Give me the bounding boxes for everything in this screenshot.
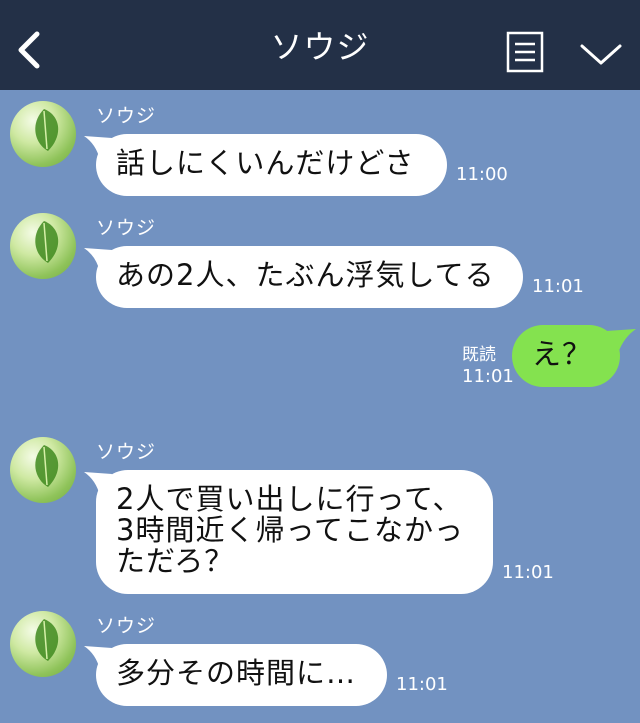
sender-name: ソウジ (96, 441, 157, 463)
message-bubble: 多分その時間に… (96, 644, 387, 706)
notes-button[interactable] (506, 31, 544, 73)
avatar[interactable] (10, 437, 76, 503)
message-bubble: 2人で買い出しに行って、 3時間近く帰ってこなかっ ただろ？ (96, 470, 493, 594)
message-time: 11:01 (462, 366, 514, 387)
avatar[interactable] (10, 213, 76, 279)
message-time: 11:01 (502, 562, 554, 583)
read-label: 既読 (462, 345, 496, 365)
avatar[interactable] (10, 101, 76, 167)
menu-toggle-button[interactable] (578, 36, 624, 70)
message-bubble: あの2人、たぶん浮気してる (96, 246, 523, 308)
read-status: 既読 11:01 (462, 345, 514, 387)
leaf-avatar-icon (35, 619, 59, 661)
leaf-avatar-icon (35, 109, 59, 151)
chat-title: ソウジ (270, 28, 370, 66)
notes-icon (506, 31, 544, 73)
leaf-avatar-icon (35, 221, 59, 263)
chevron-down-icon (580, 44, 622, 65)
sender-name: ソウジ (96, 615, 157, 637)
chat-header: ソウジ (0, 0, 640, 90)
leaf-avatar-icon (35, 445, 59, 487)
sender-name: ソウジ (96, 105, 157, 127)
message-time: 11:01 (396, 674, 448, 695)
message-bubble: 話しにくいんだけどさ (96, 134, 447, 196)
sender-name: ソウジ (96, 217, 157, 239)
avatar[interactable] (10, 611, 76, 677)
message-time: 11:01 (532, 276, 584, 297)
message-time: 11:00 (456, 164, 508, 185)
message-bubble-outgoing: え？ (512, 325, 620, 387)
